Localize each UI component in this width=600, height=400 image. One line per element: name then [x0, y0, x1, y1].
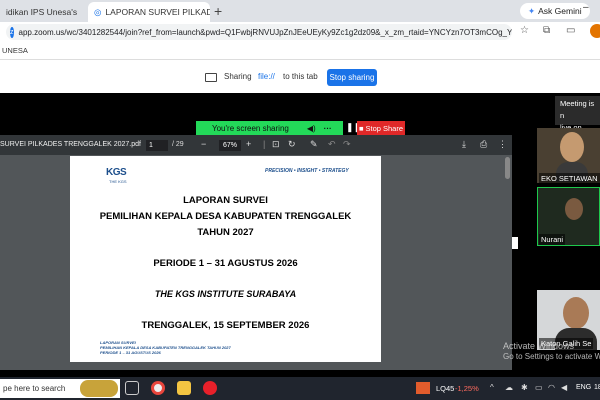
- screen-share-icon: [205, 73, 217, 82]
- doc-institute: THE KGS INSTITUTE SURABAYA: [154, 289, 297, 299]
- zoom-level-input[interactable]: 67%: [219, 140, 241, 151]
- bookmarks-bar: UNESA: [0, 42, 600, 60]
- url-text: app.zoom.us/wc/3401282544/join?ref_from=…: [18, 27, 513, 37]
- page-number-input[interactable]: 1: [146, 140, 168, 151]
- doc-date: TRENGGALEK, 15 SEPTEMBER 2026: [141, 320, 310, 331]
- pause-share-icon[interactable]: ❚❚: [346, 122, 361, 134]
- download-icon[interactable]: ⤓: [462, 139, 466, 150]
- rotate-icon[interactable]: ↻: [288, 139, 296, 150]
- gemini-icon: ✦: [528, 5, 536, 16]
- doc-footer: LAPORAN SURVEI PEMILIHAN KEPALA DESA KAB…: [100, 340, 231, 355]
- gallery-divider: [512, 237, 518, 249]
- kgs-logo: KGS: [106, 167, 127, 178]
- doc-heading-3: TAHUN 2027: [197, 227, 254, 238]
- extensions-icon[interactable]: ⧉: [543, 25, 550, 36]
- tab-laporan-survei[interactable]: ◎ LAPORAN SURVEI PILKADE ×: [88, 2, 210, 22]
- onedrive-icon[interactable]: ☁: [505, 383, 513, 392]
- stop-sharing-button[interactable]: Stop sharing: [327, 69, 377, 86]
- screen-sharing-label: You're screen sharing: [212, 123, 289, 133]
- doc-footer-3: PERIODE 1 – 31 AGUSTUS 2026: [100, 350, 161, 355]
- kgs-logo-sub: THE KGS: [109, 179, 127, 184]
- tab-label: idikan IPS Unesa's: [6, 7, 78, 17]
- chevron-up-icon[interactable]: ^: [490, 383, 494, 392]
- language-indicator[interactable]: ENG: [576, 384, 591, 391]
- new-tab-button[interactable]: +: [214, 3, 222, 19]
- task-view-icon[interactable]: [125, 381, 139, 395]
- star-icon[interactable]: ☆: [520, 25, 529, 36]
- tab-label: LAPORAN SURVEI PILKADE: [105, 7, 210, 17]
- chrome-icon[interactable]: [151, 381, 165, 395]
- undo-icon[interactable]: ↶: [328, 139, 336, 150]
- opera-icon[interactable]: [203, 381, 217, 395]
- tab-ips-unesa[interactable]: idikan IPS Unesa's: [0, 2, 84, 22]
- doc-period: PERIODE 1 – 31 AGUSTUS 2026: [153, 258, 298, 269]
- divider: |: [263, 139, 266, 149]
- clock[interactable]: 18: [594, 384, 600, 391]
- participant-name: EKO SETIAWAN: [539, 173, 600, 184]
- stock-change: -1,25%: [455, 384, 479, 393]
- minimize-icon[interactable]: –: [583, 2, 589, 13]
- stop-icon: ■: [358, 123, 364, 133]
- file-explorer-icon[interactable]: [177, 381, 191, 395]
- bluetooth-icon[interactable]: ✱: [521, 383, 528, 392]
- print-icon[interactable]: ⎙: [480, 139, 487, 150]
- doc-heading-2: PEMILIHAN KEPALA DESA KABUPATEN TRENGGAL…: [99, 211, 352, 222]
- doc-heading-1: LAPORAN SURVEI: [183, 195, 268, 206]
- shared-file-link[interactable]: file://: [258, 72, 275, 81]
- participant-name: Nurani: [539, 234, 566, 245]
- pdf-title: SURVEI PILKADES TRENGGALEK 2027.pdf: [0, 141, 141, 148]
- zoom-in-icon[interactable]: +: [246, 139, 251, 149]
- stop-share-button[interactable]: ■ Stop Share: [357, 121, 405, 135]
- tooltip-line-1: Meeting is n: [560, 99, 595, 120]
- meeting-live-tooltip: Meeting is n live on YouT: [555, 96, 600, 144]
- globe-icon: ◎: [94, 6, 102, 17]
- url-field[interactable]: z app.zoom.us/wc/3401282544/join?ref_fro…: [6, 24, 512, 40]
- avatar[interactable]: [590, 24, 600, 38]
- search-highlight-image: [80, 380, 118, 397]
- bookmark-unesa[interactable]: UNESA: [2, 46, 28, 55]
- stop-share-label: Stop Share: [365, 123, 404, 133]
- participant-face: [565, 198, 583, 220]
- stock-chart-icon: [416, 382, 430, 394]
- sharing-label: Sharing: [224, 72, 252, 81]
- pdf-scrollbar[interactable]: [505, 157, 510, 179]
- activate-windows-title: Activate Windows: [503, 341, 575, 351]
- draw-icon[interactable]: ✎: [310, 139, 318, 150]
- stock-name[interactable]: LQ45: [436, 384, 454, 393]
- redo-icon[interactable]: ↷: [343, 139, 351, 150]
- site-info-icon[interactable]: z: [10, 26, 14, 38]
- tagline: PRECISION • INSIGHT • STRATEGY: [265, 168, 349, 174]
- zoom-out-icon[interactable]: −: [201, 139, 206, 149]
- audio-icon[interactable]: ◀): [307, 124, 316, 133]
- participant-face: [560, 132, 584, 162]
- more-vert-icon[interactable]: ⋮: [498, 139, 507, 150]
- battery-icon[interactable]: ▭: [535, 383, 543, 392]
- ask-gemini-button[interactable]: ✦ Ask Gemini: [520, 3, 590, 19]
- participant-face: [563, 297, 589, 329]
- ask-gemini-label: Ask Gemini: [538, 6, 582, 16]
- to-this-tab-label: to this tab: [283, 72, 318, 81]
- fit-page-icon[interactable]: ⊡: [272, 139, 280, 150]
- sidepanel-icon[interactable]: ▭: [566, 25, 575, 36]
- more-options-button[interactable]: ···: [324, 124, 332, 133]
- volume-icon[interactable]: ◀: [561, 383, 567, 392]
- screen-sharing-bar: You're screen sharing ◀) ···: [196, 121, 343, 135]
- wifi-icon[interactable]: ◠: [548, 383, 555, 392]
- activate-windows-subtitle: Go to Settings to activate Windows.: [503, 352, 600, 361]
- page-total: / 29: [172, 141, 184, 148]
